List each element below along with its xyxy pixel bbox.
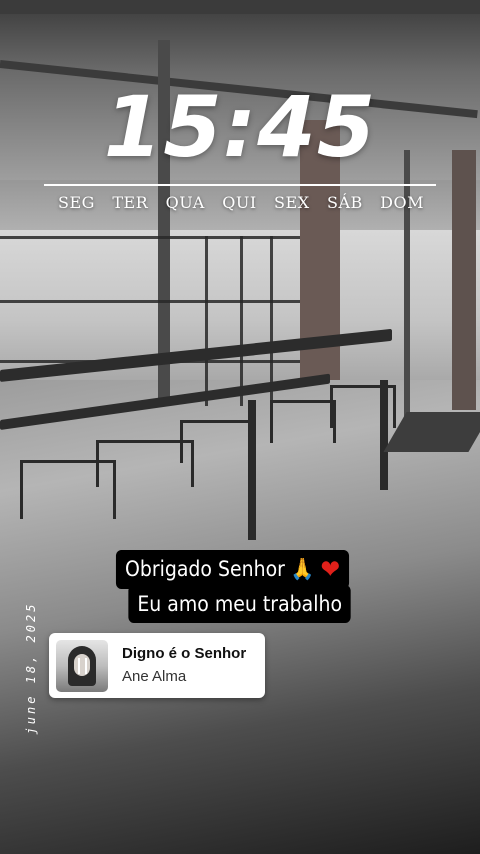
weekday-wed-active: QUA	[165, 192, 205, 212]
story-caption: Obrigado Senhor 🙏 ❤ Eu amo meu trabalho	[0, 550, 480, 623]
weekday-strip: SEG TER QUA QUI SEX SÁB DOM	[56, 190, 426, 214]
heart-icon: ❤	[320, 555, 341, 585]
clock-time: 15:45	[103, 78, 377, 176]
song-info: Digno é o Senhor Ane Alma	[122, 644, 246, 687]
weekday-tue: TER	[112, 192, 149, 212]
caption-line-1: Obrigado Senhor 🙏 ❤	[116, 550, 350, 589]
background-railing	[205, 236, 208, 406]
weekday-mon: SEG	[58, 192, 95, 212]
music-sticker[interactable]: Digno é o Senhor Ane Alma	[49, 633, 265, 698]
caption-text-2: Eu amo meu trabalho	[137, 592, 343, 616]
background-railing	[240, 236, 243, 406]
background-pillar	[452, 150, 476, 410]
background-railing	[0, 236, 300, 239]
song-artist: Ane Alma	[122, 668, 187, 685]
cover-logo-mark	[78, 657, 80, 674]
album-cover-image	[56, 639, 108, 692]
weekday-sun: DOM	[380, 192, 424, 212]
background-beam	[0, 0, 480, 14]
background-railing	[270, 236, 273, 406]
weekday-fri: SEX	[274, 192, 310, 212]
song-title: Digno é o Senhor	[122, 645, 247, 662]
weekday-sat: SÁB	[326, 192, 363, 212]
praying-hands-icon: 🙏	[291, 557, 315, 581]
date-stamp: june 18, 2025	[24, 601, 38, 735]
background-chair	[180, 420, 256, 463]
clock-divider	[44, 184, 436, 186]
cover-figure-face	[74, 653, 90, 676]
story-view: 15:45 SEG TER QUA QUI SEX SÁB DOM Obriga…	[0, 0, 480, 854]
background-railing	[0, 300, 300, 303]
background-chair	[330, 385, 396, 428]
background-chair	[270, 400, 336, 443]
weekday-thu: QUI	[222, 192, 257, 212]
caption-text-1: Obrigado Senhor	[125, 557, 286, 581]
caption-line-2: Eu amo meu trabalho	[128, 585, 352, 623]
